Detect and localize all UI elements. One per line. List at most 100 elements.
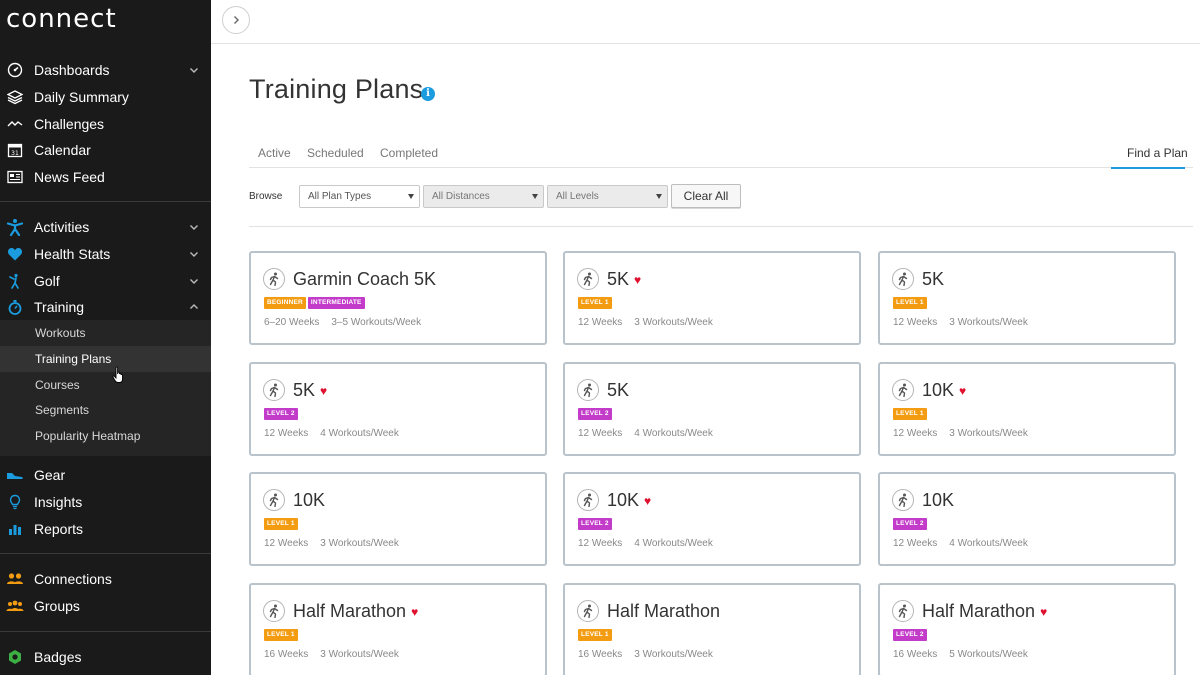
tab-find-a-plan[interactable]: Find a Plan <box>1127 146 1188 160</box>
sidebar-item-challenges[interactable]: Challenges <box>0 110 211 137</box>
runner-icon <box>892 600 914 622</box>
plan-meta: 12 Weeks 4 Workouts/Week <box>578 428 713 439</box>
level-badge: LEVEL 1 <box>578 297 612 309</box>
plan-title: 10K <box>293 490 326 510</box>
connect-logo[interactable]: connect <box>6 4 117 34</box>
sidebar-item-groups[interactable]: Groups <box>0 593 211 620</box>
plan-badges: LEVEL 1 <box>578 629 612 641</box>
plan-card[interactable]: Half Marathon ♥ LEVEL 2 16 Weeks 5 Workouts/… <box>878 583 1176 675</box>
chevron-down-icon <box>190 68 198 74</box>
plan-card[interactable]: 5K LEVEL 1 12 Weeks 3 Workouts/Week <box>878 251 1176 345</box>
plan-frequency: 5 Workouts/Week <box>949 649 1028 660</box>
plan-duration: 12 Weeks <box>264 538 309 549</box>
sidebar-item-label: Gear <box>34 467 66 484</box>
plan-frequency: 3 Workouts/Week <box>320 649 399 660</box>
plan-title: 5K <box>293 380 316 400</box>
plan-badges: LEVEL 2 <box>893 518 927 530</box>
calendar-icon: 31 <box>6 141 24 159</box>
plan-badges: LEVEL 1 <box>578 297 612 309</box>
plan-card[interactable]: 5K ♥ LEVEL 1 12 Weeks 3 Workouts/Week <box>563 251 861 345</box>
sidebar-item-golf[interactable]: Golf <box>0 267 211 294</box>
filters-divider <box>249 226 1193 227</box>
training-submenu: Workouts Training Plans Courses Segments Pop… <box>0 320 211 456</box>
plan-duration: 12 Weeks <box>264 428 309 439</box>
submenu-item-label: Training Plans <box>35 351 112 366</box>
sidebar-item-training[interactable]: Training <box>0 294 211 321</box>
distance-select[interactable]: All Distances <box>423 185 544 208</box>
submenu-item-courses[interactable]: Courses <box>0 372 211 398</box>
plan-card[interactable]: 10K LEVEL 1 12 Weeks 3 Workouts/Week <box>249 472 547 566</box>
filter-bar: Browse All Plan Types All Distances All … <box>249 184 1193 208</box>
tab-scheduled[interactable]: Scheduled <box>307 146 364 160</box>
sidebar-item-label: Health Stats <box>34 246 111 263</box>
plan-duration: 12 Weeks <box>893 428 938 439</box>
runner-icon <box>892 379 914 401</box>
level-badge: LEVEL 1 <box>578 629 612 641</box>
news-icon <box>6 168 24 186</box>
sidebar-item-news-feed[interactable]: News Feed <box>0 164 211 191</box>
tab-completed[interactable]: Completed <box>380 146 438 160</box>
plan-frequency: 3 Workouts/Week <box>634 649 713 660</box>
plan-card[interactable]: 10K ♥ LEVEL 1 12 Weeks 3 Workouts/Week <box>878 362 1176 456</box>
plan-card[interactable]: 5K LEVEL 2 12 Weeks 4 Workouts/Week <box>563 362 861 456</box>
plan-meta: 12 Weeks 4 Workouts/Week <box>264 428 399 439</box>
plan-card[interactable]: Half Marathon LEVEL 1 16 Weeks 3 Workouts/W… <box>563 583 861 675</box>
groups-icon <box>6 597 24 615</box>
main-content: Training Plans i Active Scheduled Comple… <box>211 0 1200 675</box>
sidebar-item-connections[interactable]: Connections <box>0 566 211 593</box>
heart-icon: ♥ <box>634 273 642 287</box>
submenu-item-label: Segments <box>35 403 90 418</box>
plan-title: Garmin Coach 5K <box>293 269 437 289</box>
sidebar-item-dashboards[interactable]: Dashboards <box>0 57 211 84</box>
plan-tabs: Active Scheduled Completed Find a Plan <box>249 140 1193 169</box>
plan-title-row: 10K ♥ <box>607 490 651 511</box>
level-select[interactable]: All Levels <box>547 185 668 208</box>
sidebar-item-daily-summary[interactable]: Daily Summary <box>0 84 211 111</box>
plan-badges: LEVEL 1 <box>893 297 927 309</box>
plan-meta: 12 Weeks 3 Workouts/Week <box>264 538 399 549</box>
layers-icon <box>6 88 24 106</box>
heart-icon: ♥ <box>959 384 967 398</box>
sidebar-item-insights[interactable]: Insights <box>0 489 211 516</box>
plan-card[interactable]: 10K LEVEL 2 12 Weeks 4 Workouts/Week <box>878 472 1176 566</box>
plan-duration: 12 Weeks <box>578 538 623 549</box>
tab-active[interactable]: Active <box>258 146 291 160</box>
plan-title: Half Marathon <box>293 601 407 621</box>
plan-card[interactable]: 5K ♥ LEVEL 2 12 Weeks 4 Workouts/Week <box>249 362 547 456</box>
sidebar-item-health-stats[interactable]: Health Stats <box>0 241 211 268</box>
sidebar-item-label: News Feed <box>34 169 105 186</box>
submenu-item-segments[interactable]: Segments <box>0 397 211 423</box>
info-icon[interactable]: i <box>421 87 435 101</box>
plan-card[interactable]: Garmin Coach 5K BEGINNER INTERMEDIATE 6–20 … <box>249 251 547 345</box>
plan-frequency: 3 Workouts/Week <box>634 317 713 328</box>
sidebar-item-label: Connections <box>34 571 112 588</box>
plan-title-row: 10K ♥ <box>922 380 966 401</box>
sidebar-item-calendar[interactable]: 31 Calendar <box>0 137 211 164</box>
sidebar-item-reports[interactable]: Reports <box>0 515 211 542</box>
plan-type-select[interactable]: All Plan Types <box>299 185 420 208</box>
plan-title: 10K <box>607 490 640 510</box>
plan-card[interactable]: 10K ♥ LEVEL 2 12 Weeks 4 Workouts/Week <box>563 472 861 566</box>
sidebar-item-activities[interactable]: Activities <box>0 214 211 241</box>
sidebar-item-label: Challenges <box>34 115 105 132</box>
nav-group-activities: Activities Health Stats Golf Training <box>0 214 211 321</box>
submenu-item-training-plans[interactable]: Training Plans <box>0 345 211 372</box>
sidebar-item-label: Activities <box>34 219 90 236</box>
sidebar-item-gear[interactable]: Gear <box>0 462 211 489</box>
submenu-item-popularity-heatmap[interactable]: Popularity Heatmap <box>0 423 211 449</box>
submenu-item-workouts[interactable]: Workouts <box>0 320 211 346</box>
hand-pointer-icon <box>112 366 123 383</box>
expand-sidebar-button[interactable] <box>222 6 250 34</box>
nav-group-social: Connections Groups <box>0 566 211 619</box>
heart-icon: ♥ <box>320 384 328 398</box>
clear-all-button[interactable]: Clear All <box>671 184 741 208</box>
sidebar-item-badges[interactable]: Badges <box>0 644 211 671</box>
nav-group-badges: Badges <box>0 644 211 671</box>
plan-duration: 12 Weeks <box>578 317 623 328</box>
plan-card[interactable]: Half Marathon ♥ LEVEL 1 16 Weeks 3 Workouts/… <box>249 583 547 675</box>
top-bar <box>211 0 1200 44</box>
nav-group-insights: Gear Insights Reports <box>0 462 211 542</box>
level-badge: LEVEL 2 <box>893 629 927 641</box>
plan-title-row: 5K ♥ <box>607 269 641 290</box>
plan-title-row: 5K ♥ <box>293 380 327 401</box>
